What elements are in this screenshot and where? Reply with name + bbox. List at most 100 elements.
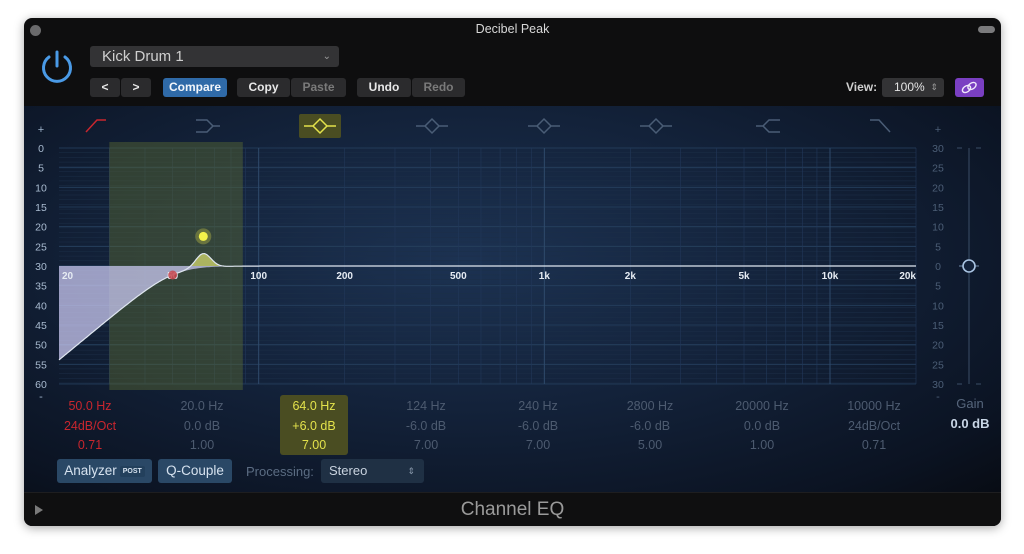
low-shelf-icon[interactable]: [196, 119, 220, 133]
left-scale-tick: 0: [38, 143, 44, 155]
band-values: 240 Hz -6.0 dB 7.00: [492, 397, 584, 456]
band-freq-value[interactable]: 20000 Hz: [716, 397, 808, 417]
right-scale-tick: 15: [932, 320, 944, 332]
preset-dropdown[interactable]: Kick Drum 1 ⌄: [90, 46, 339, 67]
band-values: 2800 Hz -6.0 dB 5.00: [604, 397, 696, 456]
scale-minus: -: [39, 391, 43, 403]
low-cut-icon[interactable]: [85, 119, 106, 133]
view-zoom-value: 100%: [894, 80, 925, 94]
peak-icon[interactable]: [416, 117, 448, 135]
band-q-value[interactable]: 0.71: [828, 436, 920, 456]
left-scale-tick: 60: [35, 379, 47, 391]
power-icon[interactable]: [38, 48, 76, 86]
left-scale-tick: 25: [35, 241, 47, 253]
previous-preset-button[interactable]: <: [90, 78, 120, 97]
redo-button[interactable]: Redo: [412, 78, 465, 97]
gain-slider-handle[interactable]: [962, 259, 976, 273]
band-q-value[interactable]: 0.71: [44, 436, 136, 456]
right-scale-tick: 30: [932, 379, 944, 391]
plugin-window: Decibel Peak Kick Drum 1 ⌄ < > Compare C…: [24, 18, 1001, 526]
freq-label: 2k: [625, 271, 637, 282]
band-freq-value[interactable]: 64.0 Hz: [280, 397, 348, 417]
right-scale-tick: 20: [932, 182, 944, 194]
band-values: 20.0 Hz 0.0 dB 1.00: [156, 397, 248, 456]
band-gain-value[interactable]: +6.0 dB: [280, 417, 348, 437]
view-zoom-select[interactable]: 100% ⇕: [882, 78, 944, 97]
peak-icon[interactable]: [528, 117, 560, 135]
band-values: 20000 Hz 0.0 dB 1.00: [716, 397, 808, 456]
band-values: 10000 Hz 24dB/Oct 0.71: [828, 397, 920, 456]
undo-button[interactable]: Undo: [357, 78, 411, 97]
gain-value[interactable]: 0.0 dB: [935, 416, 1001, 431]
compare-button[interactable]: Compare: [163, 78, 227, 97]
processing-select[interactable]: Stereo ⇕: [321, 459, 424, 483]
freq-label: 20: [62, 271, 74, 282]
window-title: Decibel Peak: [475, 22, 550, 36]
band-q-value[interactable]: 1.00: [716, 436, 808, 456]
link-button[interactable]: [955, 78, 984, 97]
band-q-value[interactable]: 1.00: [156, 436, 248, 456]
freq-label: 100: [250, 271, 267, 282]
processing-label: Processing:: [246, 464, 314, 479]
stepper-icon: ⇕: [930, 82, 938, 92]
scale-plus: +: [38, 124, 44, 136]
band-gain-value[interactable]: -6.0 dB: [604, 417, 696, 437]
left-scale-tick: 20: [35, 222, 47, 234]
peak-icon[interactable]: [299, 114, 341, 138]
band-values: 64.0 Hz +6.0 dB 7.00: [280, 395, 348, 455]
right-scale-tick: 15: [932, 202, 944, 214]
paste-button[interactable]: Paste: [291, 78, 346, 97]
band-freq-value[interactable]: 20.0 Hz: [156, 397, 248, 417]
band-freq-value[interactable]: 124 Hz: [380, 397, 472, 417]
band-gain-value[interactable]: 0.0 dB: [156, 417, 248, 437]
chevron-down-icon: ⌄: [322, 51, 331, 62]
band-gain-value[interactable]: -6.0 dB: [492, 417, 584, 437]
band-q-value[interactable]: 7.00: [380, 436, 472, 456]
left-scale-tick: 55: [35, 359, 47, 371]
right-scale-tick: 0: [935, 261, 941, 273]
right-scale-tick: 25: [932, 359, 944, 371]
left-scale-tick: 35: [35, 281, 47, 293]
freq-label: 1k: [539, 271, 551, 282]
band-values: 50.0 Hz 24dB/Oct 0.71: [44, 397, 136, 456]
analyzer-label: Analyzer: [64, 463, 117, 478]
left-scale-tick: 15: [35, 202, 47, 214]
band-gain-value[interactable]: 0.0 dB: [716, 417, 808, 437]
band-values: 124 Hz -6.0 dB 7.00: [380, 397, 472, 456]
left-scale-tick: 45: [35, 320, 47, 332]
left-scale-tick: 50: [35, 340, 47, 352]
left-scale-tick: 30: [35, 261, 47, 273]
freq-label: 200: [336, 271, 353, 282]
view-label: View:: [846, 80, 878, 94]
right-scale-tick: 10: [932, 222, 944, 234]
next-preset-button[interactable]: >: [121, 78, 151, 97]
band-gain-value[interactable]: 24dB/Oct: [828, 417, 920, 437]
band-q-value[interactable]: 7.00: [280, 436, 348, 456]
band-gain-value[interactable]: 24dB/Oct: [44, 417, 136, 437]
scale-plus: +: [935, 124, 941, 136]
band-q-value[interactable]: 5.00: [604, 436, 696, 456]
post-badge: POST: [119, 466, 145, 477]
band-q-value[interactable]: 7.00: [492, 436, 584, 456]
band-freq-value[interactable]: 10000 Hz: [828, 397, 920, 417]
right-scale-tick: 5: [935, 281, 941, 293]
high-shelf-icon[interactable]: [756, 119, 780, 133]
stepper-icon: ⇕: [407, 466, 415, 476]
peak-icon[interactable]: [640, 117, 672, 135]
right-scale-tick: 10: [932, 300, 944, 312]
analyzer-button[interactable]: Analyzer POST: [57, 459, 152, 483]
high-cut-icon[interactable]: [870, 119, 891, 133]
band-freq-value[interactable]: 50.0 Hz: [44, 397, 136, 417]
bottom-bar: Channel EQ: [24, 492, 1001, 526]
preset-name: Kick Drum 1: [102, 48, 184, 65]
peak-handle[interactable]: [198, 231, 208, 241]
q-couple-button[interactable]: Q-Couple: [158, 459, 232, 483]
low-cut-handle[interactable]: [168, 270, 178, 280]
band-gain-value[interactable]: -6.0 dB: [380, 417, 472, 437]
left-scale-tick: 10: [35, 182, 47, 194]
processing-value: Stereo: [329, 463, 368, 478]
band-freq-value[interactable]: 240 Hz: [492, 397, 584, 417]
copy-button[interactable]: Copy: [237, 78, 290, 97]
scale-minus: -: [936, 391, 940, 403]
band-freq-value[interactable]: 2800 Hz: [604, 397, 696, 417]
